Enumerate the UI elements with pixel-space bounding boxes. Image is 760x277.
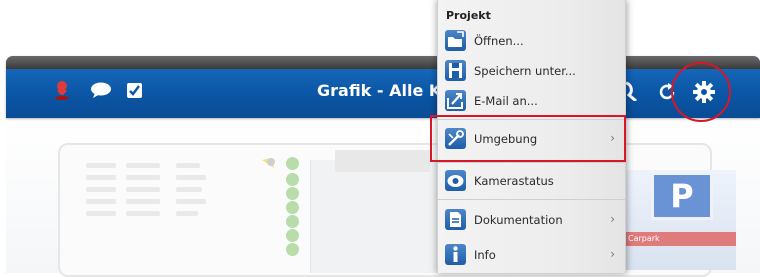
page-title: Grafik - Alle Ka (317, 81, 453, 100)
preview-image (310, 160, 441, 273)
menu-item-label: Dokumentation (474, 213, 563, 227)
search-icon[interactable] (625, 81, 640, 105)
menu-item-label: Info (474, 248, 496, 262)
save-icon (445, 60, 466, 81)
menu-item-label: E-Mail an... (474, 94, 538, 108)
menu-separator (438, 199, 625, 200)
menu-item-info[interactable]: Info › (438, 240, 625, 270)
user-pin-icon[interactable] (53, 80, 71, 104)
menu-item-label: Speichern unter... (474, 64, 576, 78)
chevron-right-icon: › (610, 212, 615, 226)
highlight-box (430, 115, 626, 162)
menu-item-label: Kamerastatus (474, 174, 554, 188)
chevron-right-icon: › (610, 247, 615, 261)
menu-item-label: Öffnen... (474, 34, 524, 48)
parking-sign: P (651, 172, 713, 220)
top-bar-frame (6, 56, 760, 69)
menu-item-camera-status[interactable]: Kamerastatus (438, 166, 625, 196)
folder-open-icon (445, 30, 466, 51)
menu-separator (438, 162, 625, 163)
pin-icon (258, 156, 278, 182)
share-icon (445, 90, 466, 111)
menu-item-documentation[interactable]: Dokumentation › (438, 205, 625, 235)
chat-bubble-icon[interactable] (90, 82, 112, 102)
menu-item-save-as[interactable]: Speichern unter... (438, 56, 625, 86)
menu-header: Projekt (446, 9, 491, 22)
menu-item-email[interactable]: E-Mail an... (438, 86, 625, 116)
highlight-circle (671, 62, 731, 122)
camera-icon (445, 170, 466, 191)
parking-label: Carpark (622, 232, 736, 246)
menu-item-open[interactable]: Öffnen... (438, 26, 625, 56)
info-icon (445, 244, 466, 265)
checkbox-icon[interactable] (126, 82, 143, 103)
document-icon (445, 209, 466, 230)
preview-header (335, 150, 430, 172)
